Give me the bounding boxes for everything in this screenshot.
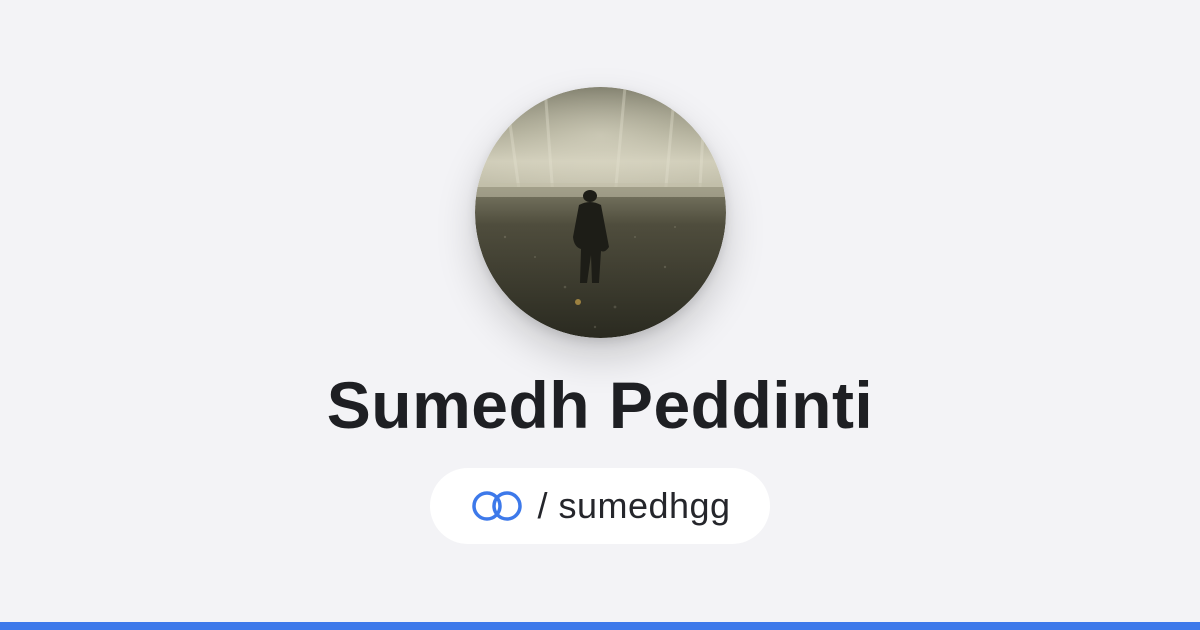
profile-card: Sumedh Peddinti / sumedhgg <box>0 0 1200 630</box>
profile-handle-link[interactable]: / sumedhgg <box>430 468 770 544</box>
profile-name: Sumedh Peddinti <box>326 368 874 442</box>
profile-handle-text: / sumedhgg <box>537 485 731 526</box>
accent-bar <box>0 622 1200 630</box>
avatar[interactable] <box>475 87 726 338</box>
linked-rings-icon <box>472 491 523 521</box>
avatar-photo <box>475 87 726 338</box>
